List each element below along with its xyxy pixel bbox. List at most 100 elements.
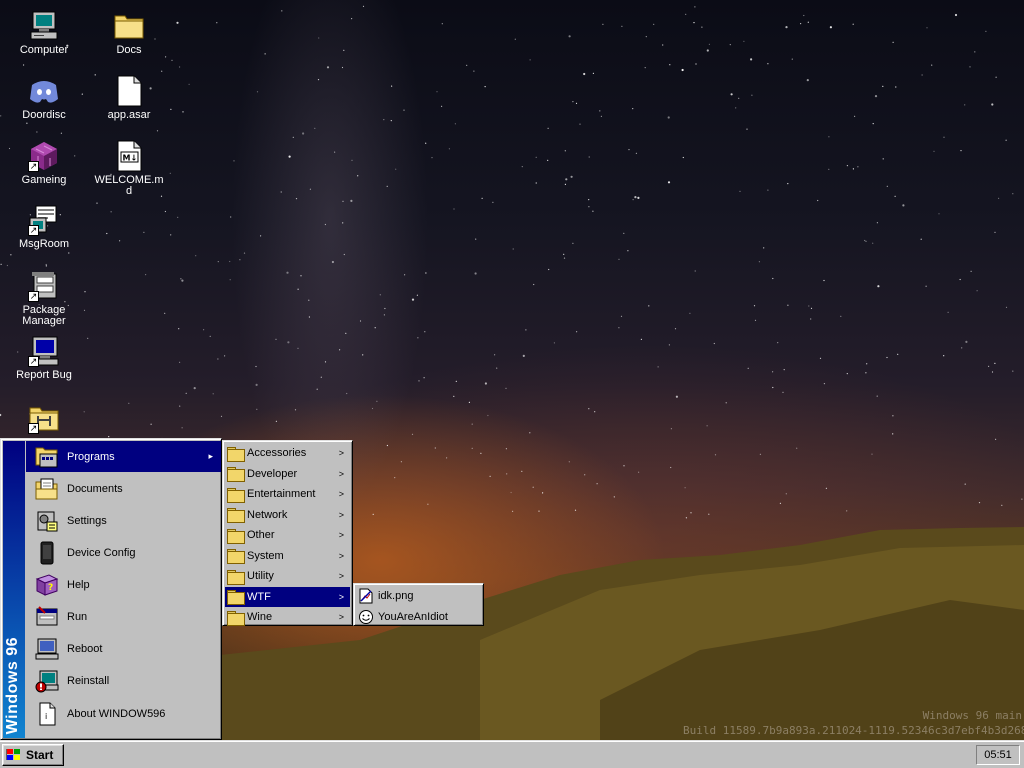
markdown-file-icon: M↓ <box>113 140 145 172</box>
desktop-icon-package-manager[interactable]: ↗ Package Manager <box>7 270 81 327</box>
start-menu-item-about[interactable]: i About WINDOW596 <box>26 698 221 729</box>
start-menu-item-label: Reboot <box>67 642 103 655</box>
desktop-icon-label: Computer <box>19 44 69 56</box>
folder-icon <box>227 610 245 626</box>
submenu-arrow-icon: > <box>338 448 344 459</box>
submenu-arrow-icon: > <box>338 571 344 582</box>
folder-icon <box>227 446 245 462</box>
bug-report-icon: ↗ <box>28 335 60 367</box>
submenu-arrow-icon: > <box>338 489 344 500</box>
start-menu-item-label: About WINDOW596 <box>67 707 166 720</box>
wtf-item-label: YouAreAnIdiot <box>378 610 448 623</box>
shortcut-arrow-icon: ↗ <box>28 423 39 434</box>
start-button[interactable]: Start <box>2 744 64 766</box>
start-menu-item-device-config[interactable]: Device Config <box>26 537 221 568</box>
programs-item-label: Developer <box>247 467 298 480</box>
start-menu-item-label: Reinstall <box>67 674 110 687</box>
svg-text:?: ? <box>48 583 53 593</box>
start-menu-item-reinstall[interactable]: Reinstall <box>26 665 221 696</box>
reboot-icon <box>35 637 59 661</box>
folder-network-icon: ↗ <box>28 402 60 434</box>
desktop-icon-report-bug[interactable]: ↗ Report Bug <box>7 335 81 381</box>
system-tray-clock[interactable]: 05:51 <box>976 745 1020 765</box>
submenu-arrow-icon: > <box>338 468 344 479</box>
chat-icon: ↗ <box>28 204 60 236</box>
desktop-icon-label: app.asar <box>107 109 151 121</box>
programs-item-entertainment[interactable]: Entertainment > <box>225 484 350 505</box>
start-menu-banner: Windows 96 <box>3 441 25 738</box>
start-menu-item-reboot[interactable]: Reboot <box>26 633 221 664</box>
svg-text:M↓: M↓ <box>123 154 138 163</box>
start-menu-item-help[interactable]: ? Help <box>26 569 221 600</box>
desktop-icon-computer[interactable]: Computer <box>7 10 81 56</box>
programs-item-label: Network <box>247 508 288 521</box>
programs-item-network[interactable]: Network > <box>225 505 350 526</box>
programs-item-other[interactable]: Other > <box>225 525 350 546</box>
start-menu-item-label: Device Config <box>67 546 136 559</box>
desktop-icon-welcome-md[interactable]: M↓ WELCOME.md <box>92 140 166 197</box>
start-menu-item-label: Help <box>67 578 90 591</box>
wtf-item-idk-png[interactable]: idk.png <box>356 586 481 607</box>
wtf-item-label: idk.png <box>378 590 414 603</box>
desktop-icon-label: WELCOME.md <box>94 174 164 197</box>
start-menu-item-label: Programs <box>67 450 115 463</box>
image-file-icon <box>358 588 374 604</box>
programs-item-label: Accessories <box>247 447 307 460</box>
programs-item-label: WTF <box>247 590 271 603</box>
start-menu-item-run[interactable]: Run <box>26 601 221 632</box>
device-icon <box>35 541 59 565</box>
build-watermark-title: Windows 96 main <box>922 709 1022 722</box>
desktop-icon-label: Gameing <box>21 174 67 186</box>
discord-icon <box>28 75 60 107</box>
folder-icon <box>227 487 245 503</box>
desktop-icon-msgroom[interactable]: ↗ MsgRoom <box>7 204 81 250</box>
reinstall-icon <box>35 669 59 693</box>
programs-item-utility[interactable]: Utility > <box>225 566 350 587</box>
smiley-icon <box>358 609 374 625</box>
shortcut-arrow-icon: ↗ <box>28 161 39 172</box>
desktop-icon-label: MsgRoom <box>18 238 70 250</box>
wtf-submenu: idk.png YouAreAnIdiot <box>353 583 484 626</box>
desktop-icon-label: Report Bug <box>16 369 72 381</box>
settings-icon <box>35 509 59 533</box>
windows-logo-icon <box>5 748 22 762</box>
submenu-arrow-icon: > <box>338 612 344 623</box>
start-menu-item-label: Documents <box>67 482 123 495</box>
start-button-label: Start <box>26 748 54 762</box>
desktop-icon-docs[interactable]: Docs <box>92 10 166 56</box>
programs-item-label: Other <box>247 529 275 542</box>
programs-item-developer[interactable]: Developer > <box>225 464 350 485</box>
programs-item-label: Utility <box>247 570 274 583</box>
desktop-icon-gameing[interactable]: ↗ Gameing <box>7 140 81 186</box>
start-menu-item-programs[interactable]: Programs ▸ <box>26 441 221 472</box>
programs-item-system[interactable]: System > <box>225 546 350 567</box>
programs-item-wtf[interactable]: WTF > <box>225 586 350 607</box>
svg-text:i: i <box>45 712 47 721</box>
start-menu-item-documents[interactable]: Documents <box>26 473 221 504</box>
folder-icon <box>113 10 145 42</box>
folder-icon <box>227 508 245 524</box>
submenu-arrow-icon: > <box>338 591 344 602</box>
start-menu-item-label: Settings <box>67 514 107 527</box>
wtf-item-youareanidiot[interactable]: YouAreAnIdiot <box>356 607 481 628</box>
desktop-icon-doordisc[interactable]: Doordisc <box>7 75 81 121</box>
desktop-icon-network-folder[interactable]: ↗ <box>7 402 81 437</box>
folder-icon <box>227 467 245 483</box>
shortcut-arrow-icon: ↗ <box>28 356 39 367</box>
programs-item-label: Entertainment <box>247 488 316 501</box>
programs-item-accessories[interactable]: Accessories > <box>225 443 350 464</box>
desktop-icon-app-asar[interactable]: app.asar <box>92 75 166 121</box>
desktop-icon-label: Package Manager <box>22 304 66 327</box>
submenu-arrow-icon: > <box>338 509 344 520</box>
programs-item-wine[interactable]: Wine > <box>225 607 350 628</box>
about-icon: i <box>35 702 59 726</box>
start-menu-item-settings[interactable]: Settings <box>26 505 221 536</box>
documents-icon <box>35 477 59 501</box>
shortcut-arrow-icon: ↗ <box>28 291 39 302</box>
desktop-icon-label: Doordisc <box>22 109 66 121</box>
folder-icon <box>227 590 245 606</box>
programs-item-label: System <box>247 549 284 562</box>
programs-submenu: Accessories > Developer > Entertainment … <box>222 440 353 626</box>
submenu-arrow-icon: ▸ <box>208 451 213 461</box>
folder-icon <box>227 549 245 565</box>
